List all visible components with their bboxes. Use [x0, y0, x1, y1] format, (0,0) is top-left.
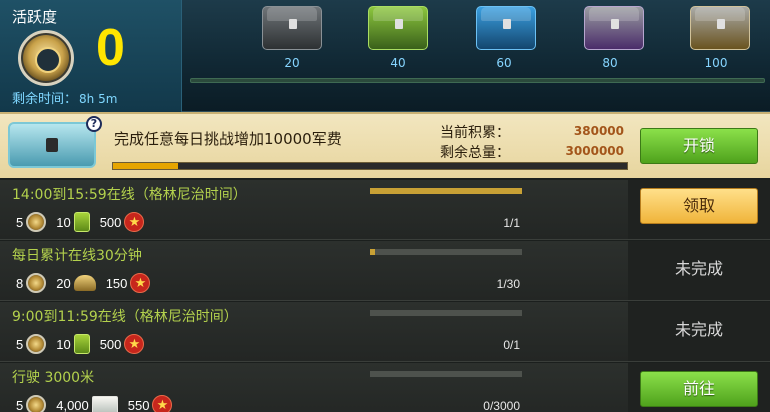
task-row: 9:00到11:59在线（格林尼治时间） 5 10 500 ★ 0/1 未完成	[0, 302, 770, 362]
medal-icon	[26, 334, 47, 354]
fund-progress-bar	[112, 162, 628, 170]
fund-banner: ? 完成任意每日挑战增加10000军费 当前积累： 380000 剩余总量： 3…	[0, 112, 770, 178]
reward-amount: 500	[99, 336, 122, 352]
reward-amount: 20	[56, 275, 71, 291]
purple-crate-icon[interactable]	[584, 6, 644, 50]
reward-amount: 150	[105, 275, 128, 291]
banner-description: 完成任意每日挑战增加10000军费	[114, 130, 342, 148]
task-row: 行驶 3000米 5 4,000 550 ★ 0/3000 前往	[0, 363, 770, 412]
star-icon: ★	[130, 273, 151, 293]
task-progress-count: 0/3000	[483, 399, 520, 412]
blue-crate-icon[interactable]	[476, 6, 536, 50]
remaining-total-value: 3000000	[565, 144, 624, 158]
task-progress-fill	[370, 188, 522, 194]
reward-amount: 10	[56, 336, 71, 352]
reward-amount: 550	[127, 397, 150, 412]
task-row: 14:00到15:59在线（格林尼治时间） 5 10 500 ★ 1/1 领取	[0, 180, 770, 240]
gray-crate-icon[interactable]	[262, 6, 322, 50]
incomplete-status: 未完成	[674, 259, 723, 278]
milestone-label-40: 40	[390, 56, 406, 70]
remaining-time: 剩余时间： 8h 5m	[12, 88, 117, 107]
current-accumulated-value: 380000	[573, 124, 624, 138]
activity-header: 活跃度 0 剩余时间： 8h 5m 20 40 60 80 100	[0, 0, 770, 112]
milestone-label-20: 20	[284, 56, 300, 70]
milestone-label-80: 80	[602, 56, 618, 70]
task-title: 9:00到11:59在线（格林尼治时间）	[12, 309, 238, 325]
gold-crate-icon[interactable]	[690, 6, 750, 50]
task-progress-bar	[370, 310, 522, 316]
reward-amount: 8	[16, 275, 24, 291]
unlock-button[interactable]: 开锁	[640, 128, 758, 164]
task-title: 14:00到15:59在线（格林尼治时间）	[12, 187, 247, 203]
reward-amount: 5	[16, 397, 24, 412]
star-icon: ★	[124, 334, 145, 354]
go-button[interactable]: 前往	[640, 371, 758, 407]
milestone-label-100: 100	[704, 56, 728, 70]
claim-button[interactable]: 领取	[640, 188, 758, 224]
milestone-label-60: 60	[496, 56, 512, 70]
star-icon: ★	[152, 395, 173, 412]
activity-panel: 活跃度 0 剩余时间： 8h 5m	[0, 0, 182, 112]
medal-icon	[26, 273, 47, 293]
task-progress-count: 1/1	[503, 216, 520, 230]
remaining-time-value: 8h 5m	[79, 92, 118, 106]
task-progress-fill	[370, 249, 376, 255]
incomplete-status: 未完成	[674, 320, 723, 339]
activity-value: 0	[96, 19, 125, 77]
help-icon[interactable]: ?	[86, 116, 102, 132]
remaining-total-label: 剩余总量：	[440, 145, 510, 161]
activity-title: 活跃度	[12, 8, 58, 26]
activity-medal-icon	[18, 30, 74, 86]
task-rewards: 5 10 500 ★	[16, 210, 154, 234]
cash-icon	[91, 396, 118, 412]
medal-icon	[26, 212, 47, 232]
task-progress-bar	[370, 249, 522, 255]
fuel-can-icon	[73, 334, 90, 354]
supply-crate-icon	[8, 122, 96, 168]
fund-progress-fill	[113, 163, 179, 169]
current-accumulated-label: 当前积累：	[440, 125, 510, 141]
reward-amount: 5	[16, 214, 24, 230]
task-progress-bar	[370, 371, 522, 377]
reward-amount: 500	[99, 214, 122, 230]
officer-cap-icon	[73, 275, 96, 291]
task-row: 每日累计在线30分钟 8 20 150 ★ 1/30 未完成	[0, 241, 770, 301]
task-title: 每日累计在线30分钟	[12, 248, 142, 264]
task-rewards: 5 10 500 ★	[16, 332, 154, 356]
task-rewards: 8 20 150 ★	[16, 271, 160, 295]
fuel-can-icon	[73, 212, 90, 232]
reward-amount: 10	[56, 214, 71, 230]
activity-progress-bar	[190, 78, 765, 83]
reward-amount: 5	[16, 336, 24, 352]
star-icon: ★	[124, 212, 145, 232]
task-rewards: 5 4,000 550 ★	[16, 393, 182, 412]
remaining-time-label: 剩余时间：	[12, 92, 78, 107]
green-crate-icon[interactable]	[368, 6, 428, 50]
reward-amount: 4,000	[56, 397, 89, 412]
task-title: 行驶 3000米	[12, 370, 95, 386]
task-progress-bar	[370, 188, 522, 194]
task-progress-count: 0/1	[503, 338, 520, 352]
medal-icon	[26, 395, 47, 412]
task-progress-count: 1/30	[496, 277, 520, 291]
